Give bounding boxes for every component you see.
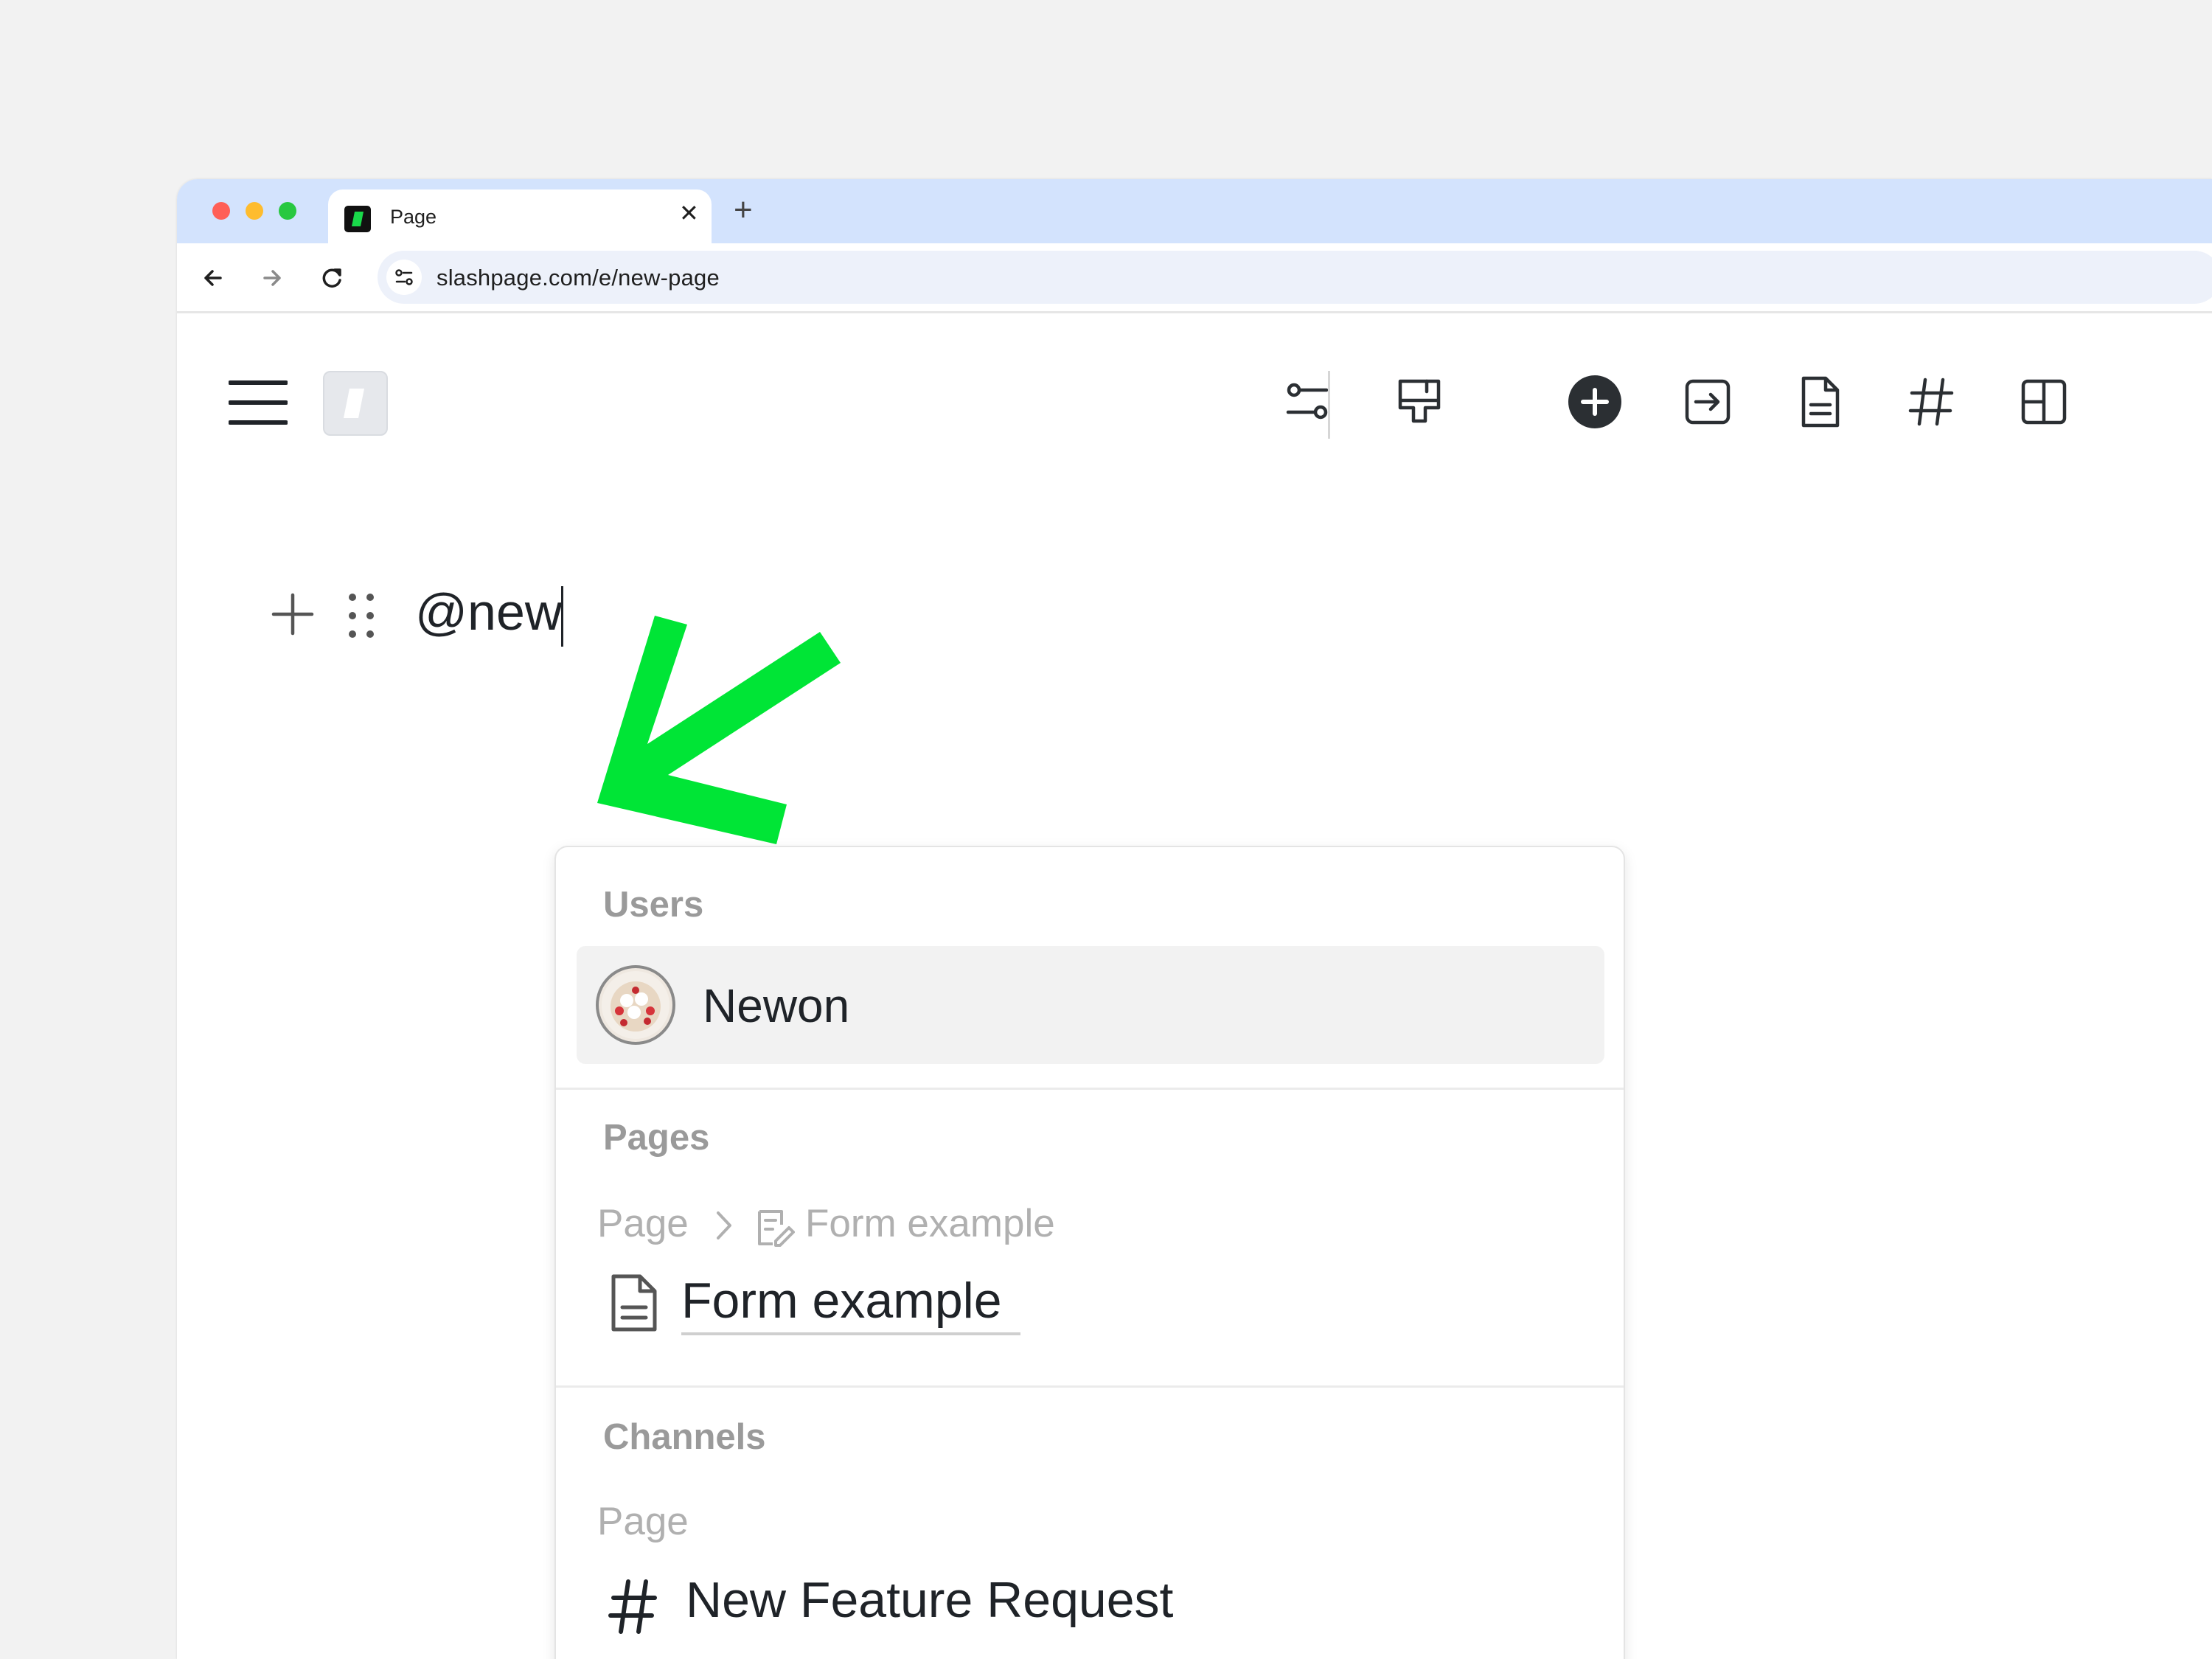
minimize-window-button[interactable] (246, 202, 263, 220)
mention-popup: Users Newon Pages Page Form example Form… (554, 846, 1625, 1659)
tab-bar: Page ✕ + (177, 179, 2212, 244)
document-icon[interactable] (1790, 372, 1849, 431)
section-divider (556, 1385, 1624, 1388)
form-page-icon (758, 1210, 795, 1247)
annotation-arrow-icon (597, 616, 841, 844)
users-section-title: Users (603, 885, 704, 925)
close-window-button[interactable] (212, 202, 230, 220)
add-block-icon[interactable] (271, 592, 315, 636)
page-breadcrumb-parent: Page (597, 1202, 689, 1245)
page-breadcrumb-child: Form example (805, 1202, 1055, 1245)
hashtag-icon (608, 1579, 657, 1634)
channel-suggestion-row[interactable]: New Feature Request (578, 1559, 1603, 1641)
user-suggestion-row[interactable]: Newon (577, 946, 1604, 1064)
drag-handle-icon[interactable] (343, 590, 380, 641)
browser-tab[interactable]: Page ✕ (328, 189, 712, 244)
tab-close-icon[interactable]: ✕ (679, 201, 699, 225)
slashpage-logo-icon[interactable] (323, 371, 388, 436)
paint-brush-icon[interactable] (1390, 372, 1449, 431)
page-suggestion-title: Form example (681, 1273, 1002, 1329)
editor-input-text[interactable]: @new (415, 586, 562, 638)
toolbar-divider (1328, 371, 1330, 439)
section-divider (556, 1088, 1624, 1090)
chevron-right-icon (717, 1211, 731, 1239)
import-icon[interactable] (1678, 372, 1737, 431)
tab-title: Page (390, 206, 437, 228)
text-caret (561, 586, 563, 647)
hashtag-icon[interactable] (1902, 372, 1961, 431)
new-tab-button[interactable]: + (734, 194, 753, 226)
channel-breadcrumb: Page (597, 1500, 689, 1543)
channels-section-title: Channels (603, 1417, 766, 1457)
back-icon[interactable] (195, 260, 232, 296)
menu-icon[interactable] (229, 378, 288, 427)
url-text[interactable]: slashpage.com/e/new-page (437, 265, 720, 291)
add-circle-icon[interactable] (1565, 372, 1624, 431)
page-title-underline (681, 1332, 1020, 1335)
browser-toolbar: slashpage.com/e/new-page (177, 243, 2212, 313)
layout-icon[interactable] (2014, 372, 2073, 431)
pages-section-title: Pages (603, 1118, 710, 1158)
document-icon (611, 1274, 657, 1332)
page-suggestion-row[interactable]: Form example (578, 1260, 1603, 1341)
forward-icon[interactable] (254, 260, 291, 296)
channel-suggestion-title: New Feature Request (686, 1572, 1174, 1628)
slashpage-favicon-icon (344, 206, 371, 232)
user-name: Newon (703, 979, 850, 1032)
reload-icon[interactable] (314, 260, 351, 296)
user-avatar (596, 965, 675, 1045)
maximize-window-button[interactable] (279, 202, 296, 220)
browser-window: Page ✕ + slashpage.com/e/new-page @new U… (177, 179, 2212, 1659)
address-bar[interactable]: slashpage.com/e/new-page (378, 251, 2212, 304)
site-settings-icon[interactable] (386, 260, 422, 295)
